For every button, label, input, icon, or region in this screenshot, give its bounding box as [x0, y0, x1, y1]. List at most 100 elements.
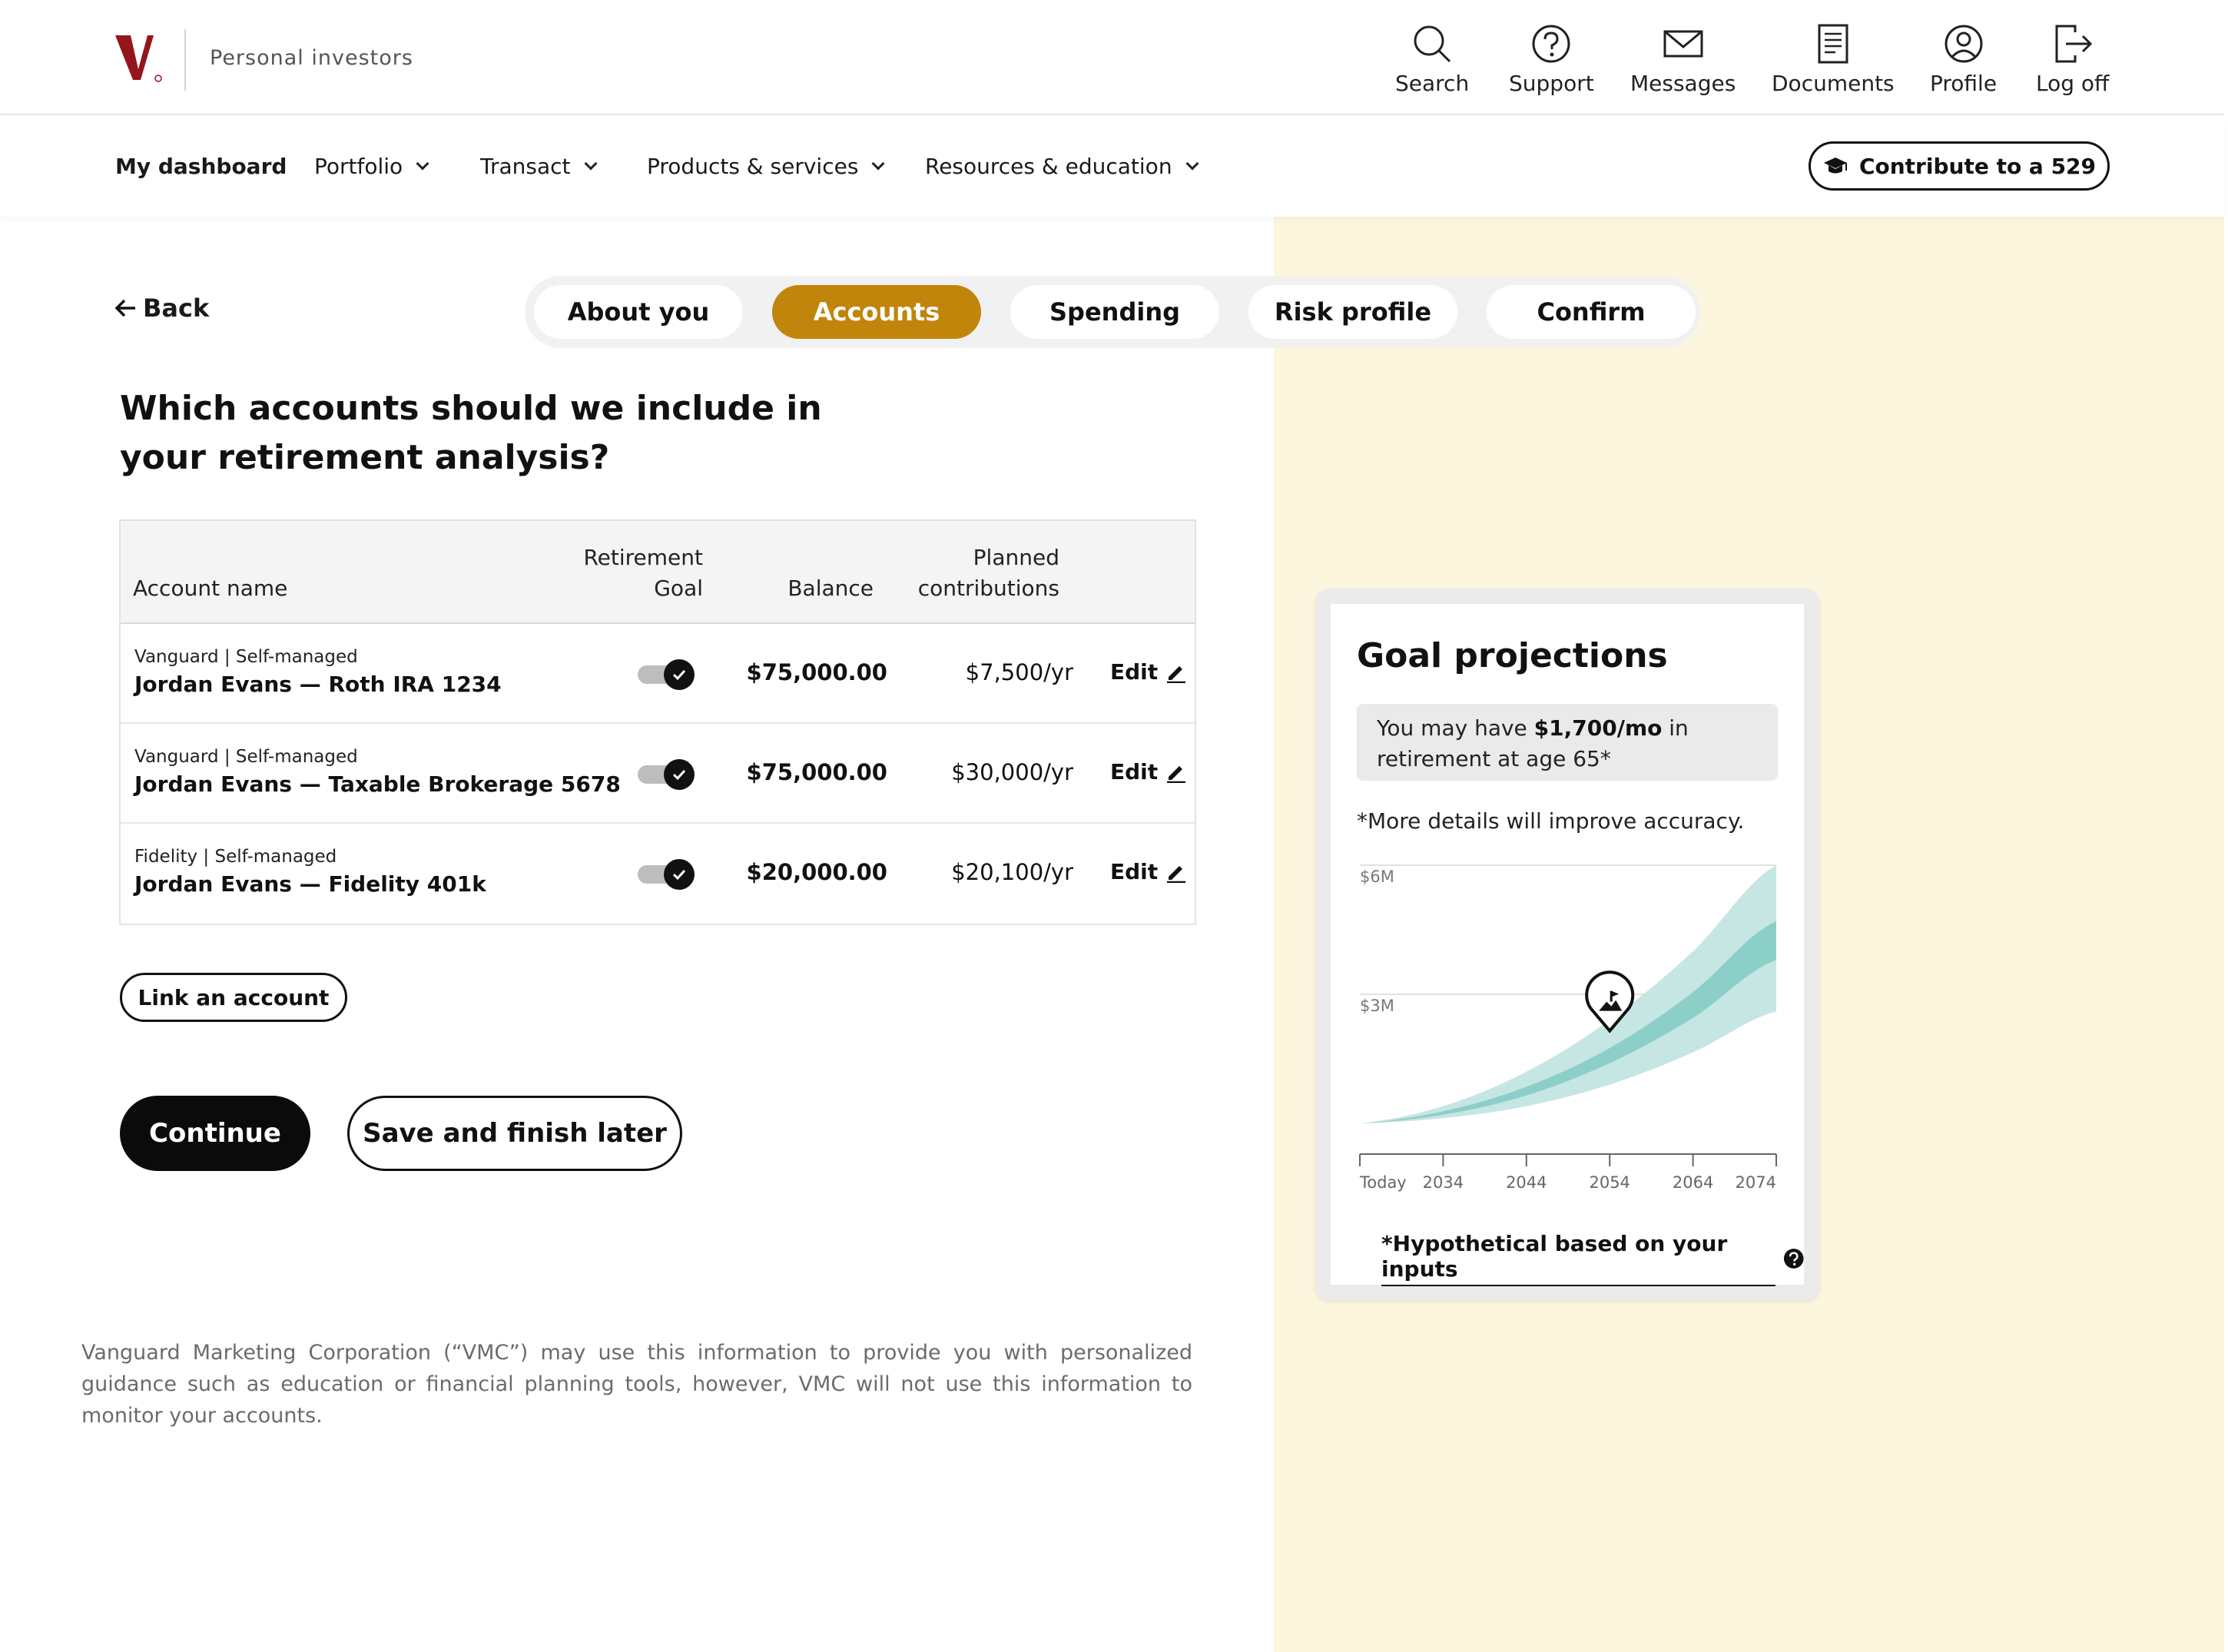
step-label: About you: [567, 297, 710, 327]
callout-prefix: You may have: [1377, 715, 1534, 741]
envelope-icon: [1663, 30, 1703, 58]
account-balance: $75,000.00: [746, 659, 887, 685]
graduation-cap-icon: [1823, 158, 1847, 174]
nav-item-my-dashboard[interactable]: My dashboard: [115, 154, 287, 179]
include-toggle[interactable]: [638, 759, 695, 790]
step-risk-profile[interactable]: Risk profile: [1248, 285, 1457, 339]
account-name: Jordan Evans — Roth IRA 1234: [134, 672, 502, 697]
step-about-you[interactable]: About you: [534, 285, 743, 339]
goal-projections-card-frame: Goal projections You may have $1,700/mo …: [1315, 589, 1819, 1300]
include-toggle[interactable]: [638, 659, 695, 690]
card-title: Goal projections: [1357, 636, 1668, 675]
checkmark-icon: [672, 669, 686, 681]
toggle-knob: [664, 859, 695, 890]
hypothetical-link[interactable]: *Hypothetical based on your inputs: [1381, 1231, 1804, 1286]
page-title: Which accounts should we include in your…: [120, 389, 822, 477]
account-provider: Fidelity | Self-managed: [134, 847, 337, 867]
nav-item-products-services[interactable]: Products & services: [647, 154, 885, 179]
utility-label: Documents: [1772, 71, 1895, 96]
help-circle-icon[interactable]: [1783, 1247, 1804, 1270]
contribute-label: Contribute to a 529: [1858, 153, 2097, 179]
step-spending[interactable]: Spending: [1010, 285, 1219, 339]
back-link[interactable]: Back: [114, 294, 209, 323]
account-name: Jordan Evans — Taxable Brokerage 5678: [134, 771, 621, 797]
account-name: Jordan Evans — Fidelity 401k: [134, 871, 486, 897]
utility-search[interactable]: Search: [1395, 23, 1469, 100]
y-tick-label: $3M: [1360, 997, 1394, 1015]
utility-profile[interactable]: Profile: [1930, 23, 1997, 100]
utility-messages[interactable]: Messages: [1630, 23, 1736, 100]
edit-account-button[interactable]: Edit: [1110, 859, 1187, 884]
toggle-knob: [664, 659, 695, 690]
edit-account-button[interactable]: Edit: [1110, 759, 1187, 785]
edit-label: Edit: [1110, 759, 1159, 785]
step-label: Risk profile: [1274, 297, 1432, 327]
nav-item-resources-education[interactable]: Resources & education: [925, 154, 1199, 179]
planned-contribution: $20,100/yr: [951, 859, 1073, 885]
planned-contribution: $7,500/yr: [965, 659, 1073, 685]
x-tick-label: 2034: [1423, 1173, 1464, 1192]
utility-documents[interactable]: Documents: [1772, 23, 1895, 100]
header-retirement-goal-line2: Goal: [654, 576, 703, 601]
header-account-name: Account name: [133, 576, 288, 601]
checkmark-icon: [672, 869, 686, 881]
step-confirm[interactable]: Confirm: [1487, 285, 1696, 339]
utility-label: Support: [1509, 71, 1594, 96]
chevron-down-icon: [416, 157, 429, 170]
back-label: Back: [143, 294, 210, 323]
step-accounts[interactable]: Accounts: [772, 285, 981, 339]
link-account-label: Link an account: [138, 984, 330, 1010]
nav-label: Transact: [480, 154, 571, 179]
window-edge: [2224, 0, 2228, 1652]
header-planned-line2: contributions: [917, 576, 1059, 601]
include-toggle[interactable]: [638, 859, 695, 890]
edit-label: Edit: [1110, 659, 1159, 685]
x-axis-title: Year: [1543, 1198, 1593, 1200]
edit-account-button[interactable]: Edit: [1110, 659, 1187, 685]
page: Personal investors Search Support Messag…: [0, 0, 2228, 1652]
projection-callout: You may have $1,700/mo in retirement at …: [1357, 704, 1778, 781]
header-planned-line1: Planned: [973, 545, 1059, 570]
utility-support[interactable]: Support: [1509, 23, 1594, 100]
continue-button[interactable]: Continue: [120, 1096, 310, 1171]
planned-contribution: $30,000/yr: [951, 759, 1073, 785]
account-provider: Vanguard | Self-managed: [134, 647, 358, 667]
utility-log-off[interactable]: Log off: [2036, 23, 2109, 100]
link-account-button[interactable]: Link an account: [120, 973, 347, 1022]
nav-label: My dashboard: [115, 154, 287, 179]
nav-label: Resources & education: [925, 154, 1172, 179]
chevron-down-icon: [584, 157, 598, 170]
nav-item-transact[interactable]: Transact: [480, 154, 598, 179]
logo-divider: [184, 29, 186, 91]
chevron-down-icon: [1185, 157, 1199, 170]
main-nav: My dashboard Portfolio Transact Products…: [0, 117, 2224, 217]
logout-icon: [2055, 25, 2092, 63]
step-label: Confirm: [1537, 297, 1646, 327]
nav-label: Products & services: [647, 154, 859, 179]
accounts-table: Account name Retirement Goal Balance Pla…: [119, 519, 1196, 925]
table-row: Vanguard | Self-managed Jordan Evans — R…: [121, 624, 1195, 724]
callout-amount: $1,700/mo: [1533, 715, 1663, 741]
table-row: Vanguard | Self-managed Jordan Evans — T…: [121, 724, 1195, 824]
x-tick-label: 2044: [1506, 1173, 1547, 1192]
contribute-529-button[interactable]: Contribute to a 529: [1809, 141, 2110, 191]
top-header: Personal investors Search Support Messag…: [0, 0, 2224, 115]
pencil-icon: [1167, 765, 1186, 783]
checkmark-icon: [672, 769, 686, 781]
table-row: Fidelity | Self-managed Jordan Evans — F…: [121, 824, 1195, 924]
toggle-knob: [664, 759, 695, 790]
save-label: Save and finish later: [363, 1118, 667, 1149]
x-tick-label: 2074: [1736, 1173, 1776, 1192]
vanguard-logo[interactable]: [115, 32, 164, 86]
accuracy-note: *More details will improve accuracy.: [1357, 808, 1745, 834]
save-finish-later-button[interactable]: Save and finish later: [347, 1096, 682, 1171]
chevron-down-icon: [871, 157, 885, 170]
header-balance: Balance: [787, 576, 874, 601]
account-balance: $20,000.00: [746, 859, 887, 885]
utility-label: Search: [1395, 71, 1470, 96]
question-circle-icon: [1532, 25, 1570, 63]
projection-chart: $6M $3M Today 2034 2044 2054 2064 2074 Year: [1359, 864, 1777, 1200]
nav-item-portfolio[interactable]: Portfolio: [314, 154, 429, 179]
goal-projections-card: Goal projections You may have $1,700/mo …: [1331, 604, 1804, 1286]
search-icon: [1414, 25, 1451, 63]
